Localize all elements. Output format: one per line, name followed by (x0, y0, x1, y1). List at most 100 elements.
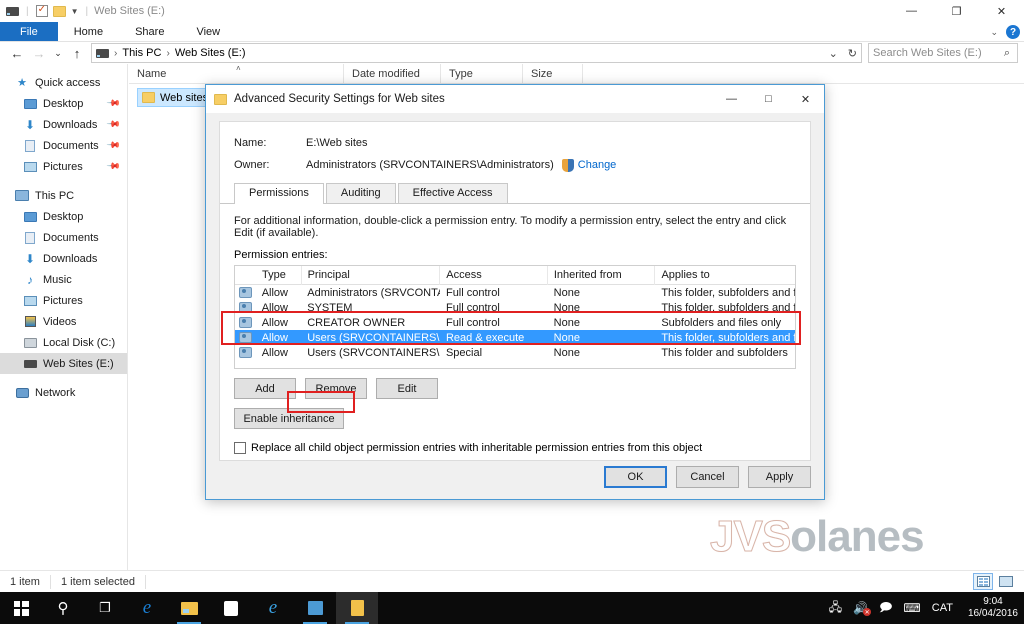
window-title: Web Sites (E:) (94, 5, 165, 17)
cancel-button[interactable]: Cancel (676, 466, 739, 488)
forward-button[interactable]: → (28, 42, 50, 64)
dialog-maximize-button[interactable]: □ (750, 85, 787, 113)
column-header-access[interactable]: Access (440, 266, 548, 285)
column-header-type[interactable]: Type (256, 266, 302, 285)
column-header-principal[interactable]: Principal (302, 266, 441, 285)
search-icon[interactable]: ⌕ (1004, 47, 1010, 60)
mute-badge: ✕ (863, 608, 872, 616)
column-header-date-modified[interactable]: Date modified (344, 63, 441, 84)
column-label: Type (449, 67, 473, 80)
sidebar-item-desktop[interactable]: Desktop 📌 (0, 93, 127, 114)
new-folder-icon[interactable] (52, 5, 66, 17)
column-header-size[interactable]: Size (523, 63, 583, 84)
table-row[interactable]: Allow Administrators (SRVCONTAIN... Full… (235, 285, 795, 300)
table-row[interactable]: Allow CREATOR OWNER Full control None Su… (235, 315, 795, 330)
sidebar-item-pictures[interactable]: Pictures 📌 (0, 156, 127, 177)
help-icon[interactable]: ? (1006, 25, 1020, 39)
replace-child-permissions-row[interactable]: Replace all child object permission entr… (234, 442, 796, 454)
notifications-icon[interactable]: 🗩 (879, 598, 892, 619)
language-indicator[interactable]: CAT (932, 602, 953, 614)
large-icons-view-button[interactable] (996, 573, 1016, 590)
chevron-down-icon[interactable]: ⌄ (990, 27, 998, 38)
tab-file[interactable]: File (0, 22, 58, 41)
network-icon[interactable]: 🖧 (829, 598, 842, 619)
recent-locations-button[interactable]: ⌄ (50, 42, 66, 64)
active-window-button[interactable] (336, 592, 378, 624)
sidebar-item-pc-documents[interactable]: Documents (0, 227, 127, 248)
watermark-rest: olanes (790, 512, 924, 561)
column-header-inherited-from[interactable]: Inherited from (548, 266, 656, 285)
edge-button[interactable]: e (126, 592, 168, 624)
breadcrumb[interactable]: › This PC › Web Sites (E:) ⌄ ↻ (91, 43, 862, 63)
chevron-down-icon[interactable]: ⌄ (829, 47, 838, 60)
tab-effective-access[interactable]: Effective Access (397, 183, 508, 203)
sidebar-item-quick-access[interactable]: ★ Quick access (0, 72, 127, 93)
restore-button[interactable]: ❐ (934, 0, 979, 22)
up-button[interactable]: ↑ (66, 42, 88, 64)
windows-logo-icon (13, 600, 29, 616)
change-owner-link[interactable]: Change (578, 159, 617, 171)
sidebar-item-documents[interactable]: Documents 📌 (0, 135, 127, 156)
table-row[interactable]: Allow SYSTEM Full control None This fold… (235, 300, 795, 315)
back-button[interactable]: ← (6, 42, 28, 64)
remove-button[interactable]: Remove (305, 378, 367, 399)
replace-child-permissions-checkbox[interactable] (234, 442, 246, 454)
volume-muted-icon[interactable]: 🔊 ✕ (853, 601, 872, 616)
clock[interactable]: 9:04 16/04/2016 (964, 596, 1018, 620)
ok-button[interactable]: OK (604, 466, 667, 488)
cell-type: Allow (261, 346, 288, 359)
sidebar-item-network[interactable]: Network (0, 382, 127, 403)
add-button[interactable]: Add (234, 378, 296, 399)
pin-icon[interactable]: 📌 (106, 96, 121, 112)
pin-icon[interactable]: 📌 (106, 117, 121, 133)
edit-button[interactable]: Edit (376, 378, 438, 399)
pin-icon[interactable]: 📌 (106, 159, 121, 175)
sidebar-item-this-pc[interactable]: This PC (0, 185, 127, 206)
sidebar-item-local-disk-c[interactable]: Local Disk (C:) (0, 332, 127, 353)
minimize-button[interactable]: — (889, 0, 934, 22)
dialog-close-button[interactable]: ✕ (787, 85, 824, 113)
start-button[interactable] (0, 592, 42, 624)
pin-icon[interactable]: 📌 (106, 138, 121, 154)
sidebar-item-music[interactable]: ♪ Music (0, 269, 127, 290)
tab-view[interactable]: View (180, 22, 236, 41)
column-header-icon (235, 266, 256, 285)
enable-inheritance-button[interactable]: Enable inheritance (234, 408, 344, 429)
tab-permissions[interactable]: Permissions (234, 183, 324, 204)
file-explorer-button[interactable] (168, 592, 210, 624)
task-view-button[interactable]: ❐ (84, 592, 126, 624)
quick-access-toolbar: | ▼ | (6, 4, 90, 17)
sidebar-item-pc-downloads[interactable]: ⬇ Downloads (0, 248, 127, 269)
store-button[interactable] (210, 592, 252, 624)
cell-access: Full control (445, 316, 500, 329)
server-manager-button[interactable] (294, 592, 336, 624)
column-header-name[interactable]: ˄ Name (129, 63, 344, 84)
tab-share[interactable]: Share (119, 22, 180, 41)
details-view-button[interactable] (973, 573, 993, 590)
sidebar-item-pc-desktop[interactable]: Desktop (0, 206, 127, 227)
refresh-icon[interactable]: ↻ (848, 47, 857, 60)
close-button[interactable]: ✕ (979, 0, 1024, 22)
internet-explorer-button[interactable]: e (252, 592, 294, 624)
sidebar-item-videos[interactable]: Videos (0, 311, 127, 332)
sidebar-item-downloads[interactable]: ⬇ Downloads 📌 (0, 114, 127, 135)
sidebar-item-web-sites-e[interactable]: Web Sites (E:) (0, 353, 127, 374)
customize-chevron-icon[interactable]: ▼ (71, 7, 79, 16)
search-input[interactable]: Search Web Sites (E:) (868, 43, 1018, 63)
search-button[interactable]: ⚲ (42, 592, 84, 624)
properties-icon[interactable] (35, 4, 48, 17)
column-header-type[interactable]: Type (441, 63, 523, 84)
sidebar-item-pc-pictures[interactable]: Pictures (0, 290, 127, 311)
list-item[interactable]: Web sites (137, 88, 216, 107)
breadcrumb-item-this-pc[interactable]: This PC (122, 47, 161, 59)
tab-auditing[interactable]: Auditing (325, 183, 396, 203)
table-row[interactable]: Allow Users (SRVCONTAINERS\Users) Read &… (235, 330, 795, 345)
apply-button[interactable]: Apply (748, 466, 811, 488)
breadcrumb-item-web-sites[interactable]: Web Sites (E:) (175, 47, 246, 59)
keyboard-icon[interactable]: ⌨ (903, 601, 920, 615)
dialog-minimize-button[interactable]: — (713, 85, 750, 113)
tab-home[interactable]: Home (58, 22, 119, 41)
table-row[interactable]: Allow Users (SRVCONTAINERS\Users) Specia… (235, 345, 795, 360)
column-header-applies-to[interactable]: Applies to (655, 266, 795, 285)
watermark-mark: JVS (709, 512, 791, 562)
